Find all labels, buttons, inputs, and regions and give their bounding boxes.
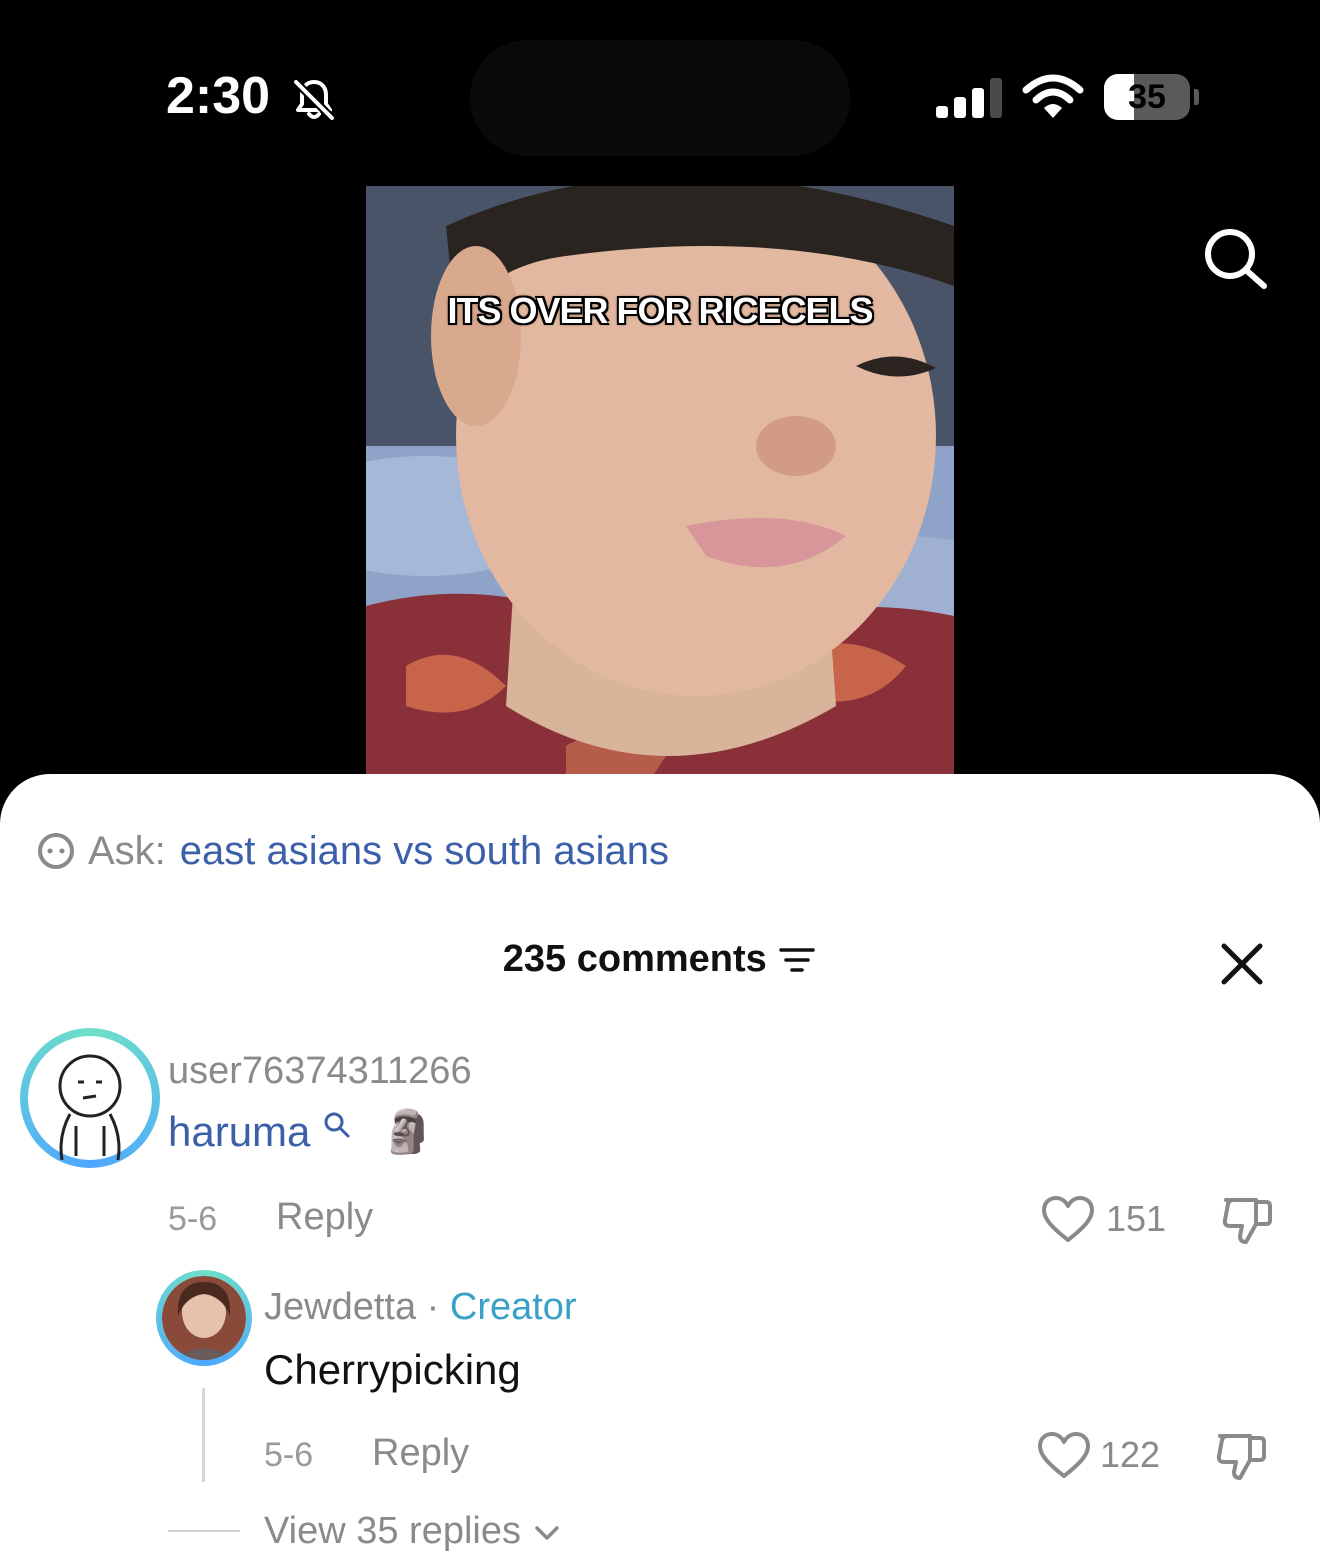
like-count: 151 <box>1106 1198 1167 1239</box>
reply-date: 5-6 <box>264 1436 314 1474</box>
stick-figure-avatar-image <box>58 1054 122 1161</box>
avatar[interactable] <box>156 1270 252 1366</box>
creator-badge: Creator <box>449 1286 577 1328</box>
view-replies-divider <box>168 1530 240 1532</box>
mention-link[interactable]: haruma <box>168 1108 310 1155</box>
comment-date: 5-6 <box>168 1200 218 1238</box>
search-icon[interactable] <box>322 1110 352 1140</box>
comments-header: 235 comments <box>0 938 1320 988</box>
thread-line <box>202 1388 205 1482</box>
separator: · <box>426 1286 440 1328</box>
creator-avatar-image <box>162 1276 246 1360</box>
reply-button[interactable]: Reply <box>372 1432 469 1475</box>
avatar[interactable] <box>20 1028 160 1168</box>
bell-slash-icon <box>293 79 335 121</box>
comment-username[interactable]: user76374311266 <box>168 1050 472 1093</box>
comment-text: haruma 🗿 <box>168 1108 434 1157</box>
view-replies-button[interactable]: View 35 replies <box>264 1510 562 1553</box>
thumbs-down-icon[interactable] <box>1220 1194 1274 1246</box>
battery-icon: 35 <box>1104 74 1200 120</box>
like-count: 122 <box>1100 1434 1161 1475</box>
status-time: 2:30 <box>166 67 271 125</box>
reply-username-line: Jewdetta · Creator <box>264 1286 577 1329</box>
video-thumbnail[interactable]: ITS OVER FOR RICECELS <box>366 186 954 786</box>
ask-query-link[interactable]: east asians vs south asians <box>180 829 669 874</box>
reply-username[interactable]: Jewdetta <box>264 1286 416 1328</box>
battery-percent: 35 <box>1128 78 1166 116</box>
thumbs-down-icon[interactable] <box>1214 1430 1268 1482</box>
cellular-signal-icon <box>936 78 1002 118</box>
chevron-down-icon <box>534 1526 559 1540</box>
wifi-icon <box>1022 74 1084 118</box>
moai-emoji: 🗿 <box>381 1108 435 1155</box>
heart-icon[interactable] <box>1036 1430 1092 1480</box>
video-frame-illustration <box>366 186 954 786</box>
view-replies-label: View 35 replies <box>264 1510 522 1552</box>
comments-count: 235 comments <box>502 938 767 980</box>
close-icon[interactable] <box>1218 940 1266 988</box>
search-icon[interactable] <box>1200 226 1272 290</box>
reply-button[interactable]: Reply <box>276 1196 373 1239</box>
video-caption: ITS OVER FOR RICECELS <box>447 290 873 331</box>
ask-suggestion[interactable]: Ask: east asians vs south asians <box>36 826 669 876</box>
reply-text: Cherrypicking <box>264 1346 521 1393</box>
chat-bubble-icon <box>38 833 74 869</box>
video-area[interactable]: ITS OVER FOR RICECELS <box>0 186 1320 790</box>
filter-icon[interactable] <box>777 942 817 978</box>
ask-label: Ask: <box>88 828 166 873</box>
heart-icon[interactable] <box>1040 1194 1096 1244</box>
comments-sheet: Ask: east asians vs south asians 235 com… <box>0 774 1320 1566</box>
dynamic-island <box>470 40 850 156</box>
status-bar: 2:30 35 <box>0 0 1320 190</box>
